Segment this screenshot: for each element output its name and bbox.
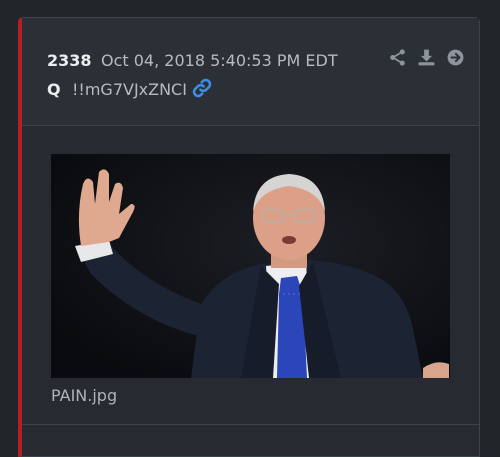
attachment-image[interactable]: [51, 154, 450, 378]
attachment-filename[interactable]: PAIN.jpg: [51, 386, 117, 405]
divider: [22, 424, 479, 425]
attachment-photo: [51, 154, 450, 378]
post-card: 2338 Oct 04, 2018 5:40:53 PM EDT Q !!mG7…: [18, 17, 480, 457]
arrow-right-circle-icon[interactable]: [446, 48, 465, 67]
post-tripcode: !!mG7VJxZNCI: [72, 80, 187, 99]
post-body: PAIN.jpg: [22, 126, 479, 456]
link-icon[interactable]: [192, 78, 212, 98]
post-timestamp: Oct 04, 2018 5:40:53 PM EDT: [101, 51, 338, 70]
share-icon[interactable]: [388, 48, 407, 67]
post-number[interactable]: 2338: [47, 51, 92, 70]
post-author: Q: [47, 80, 61, 99]
post-header: 2338 Oct 04, 2018 5:40:53 PM EDT Q !!mG7…: [22, 18, 479, 126]
post-actions: [388, 48, 465, 70]
download-icon[interactable]: [417, 48, 436, 67]
